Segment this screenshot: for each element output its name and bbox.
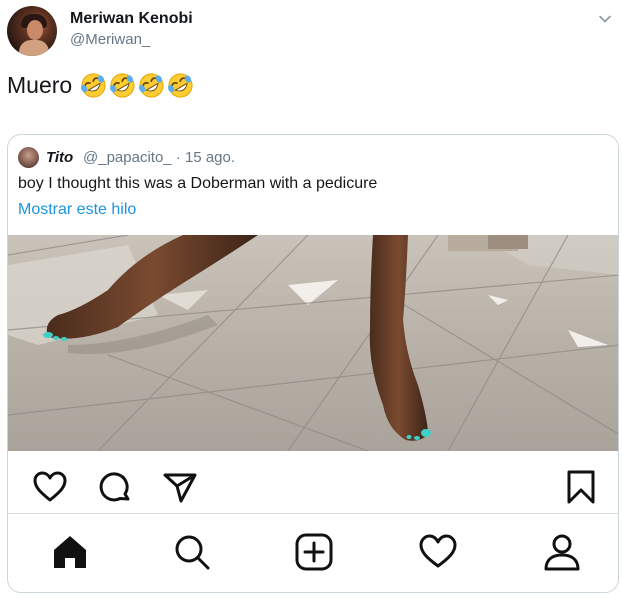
search-icon[interactable] <box>172 532 212 572</box>
activity-heart-icon[interactable] <box>418 532 458 572</box>
add-post-icon[interactable] <box>294 532 334 572</box>
quoted-author-handle[interactable]: @_papacito_ <box>83 149 172 166</box>
laughing-emoji-icon <box>139 72 164 98</box>
send-icon[interactable] <box>162 469 198 505</box>
home-icon[interactable] <box>50 532 90 572</box>
avatar[interactable] <box>7 6 57 56</box>
quoted-author-name[interactable]: Tito <box>46 149 73 166</box>
chevron-down-icon[interactable] <box>598 12 612 26</box>
quoted-date[interactable]: 15 ago. <box>185 149 235 166</box>
quoted-meta: @_papacito_ · 15 ago. <box>83 149 235 166</box>
laughing-emoji-icon <box>110 72 135 98</box>
quoted-tweet-card[interactable]: Tito @_papacito_ · 15 ago. boy I thought… <box>7 134 619 593</box>
tweet-text: Muero <box>7 70 194 100</box>
tweet-text-content: Muero <box>7 71 73 98</box>
author-handle[interactable]: @Meriwan_ <box>70 31 150 48</box>
laughing-emoji-icon <box>81 72 106 98</box>
emoji-group <box>80 72 194 99</box>
laughing-emoji-icon <box>168 72 193 98</box>
avatar-face <box>27 20 43 40</box>
bottom-nav-bar <box>8 513 618 592</box>
heart-icon[interactable] <box>32 469 68 505</box>
bookmark-icon[interactable] <box>563 469 599 505</box>
show-thread-link[interactable]: Mostrar este hilo <box>18 201 136 219</box>
feet-on-tiles-photo[interactable] <box>8 235 619 451</box>
post-action-bar <box>8 461 618 507</box>
meta-separator: · <box>175 149 181 166</box>
author-name[interactable]: Meriwan Kenobi <box>70 10 193 28</box>
quoted-tweet-text: boy I thought this was a Doberman with a… <box>18 175 378 192</box>
avatar-body <box>19 40 49 56</box>
comment-icon[interactable] <box>98 469 134 505</box>
quoted-avatar[interactable] <box>18 147 39 168</box>
profile-icon[interactable] <box>542 532 582 572</box>
